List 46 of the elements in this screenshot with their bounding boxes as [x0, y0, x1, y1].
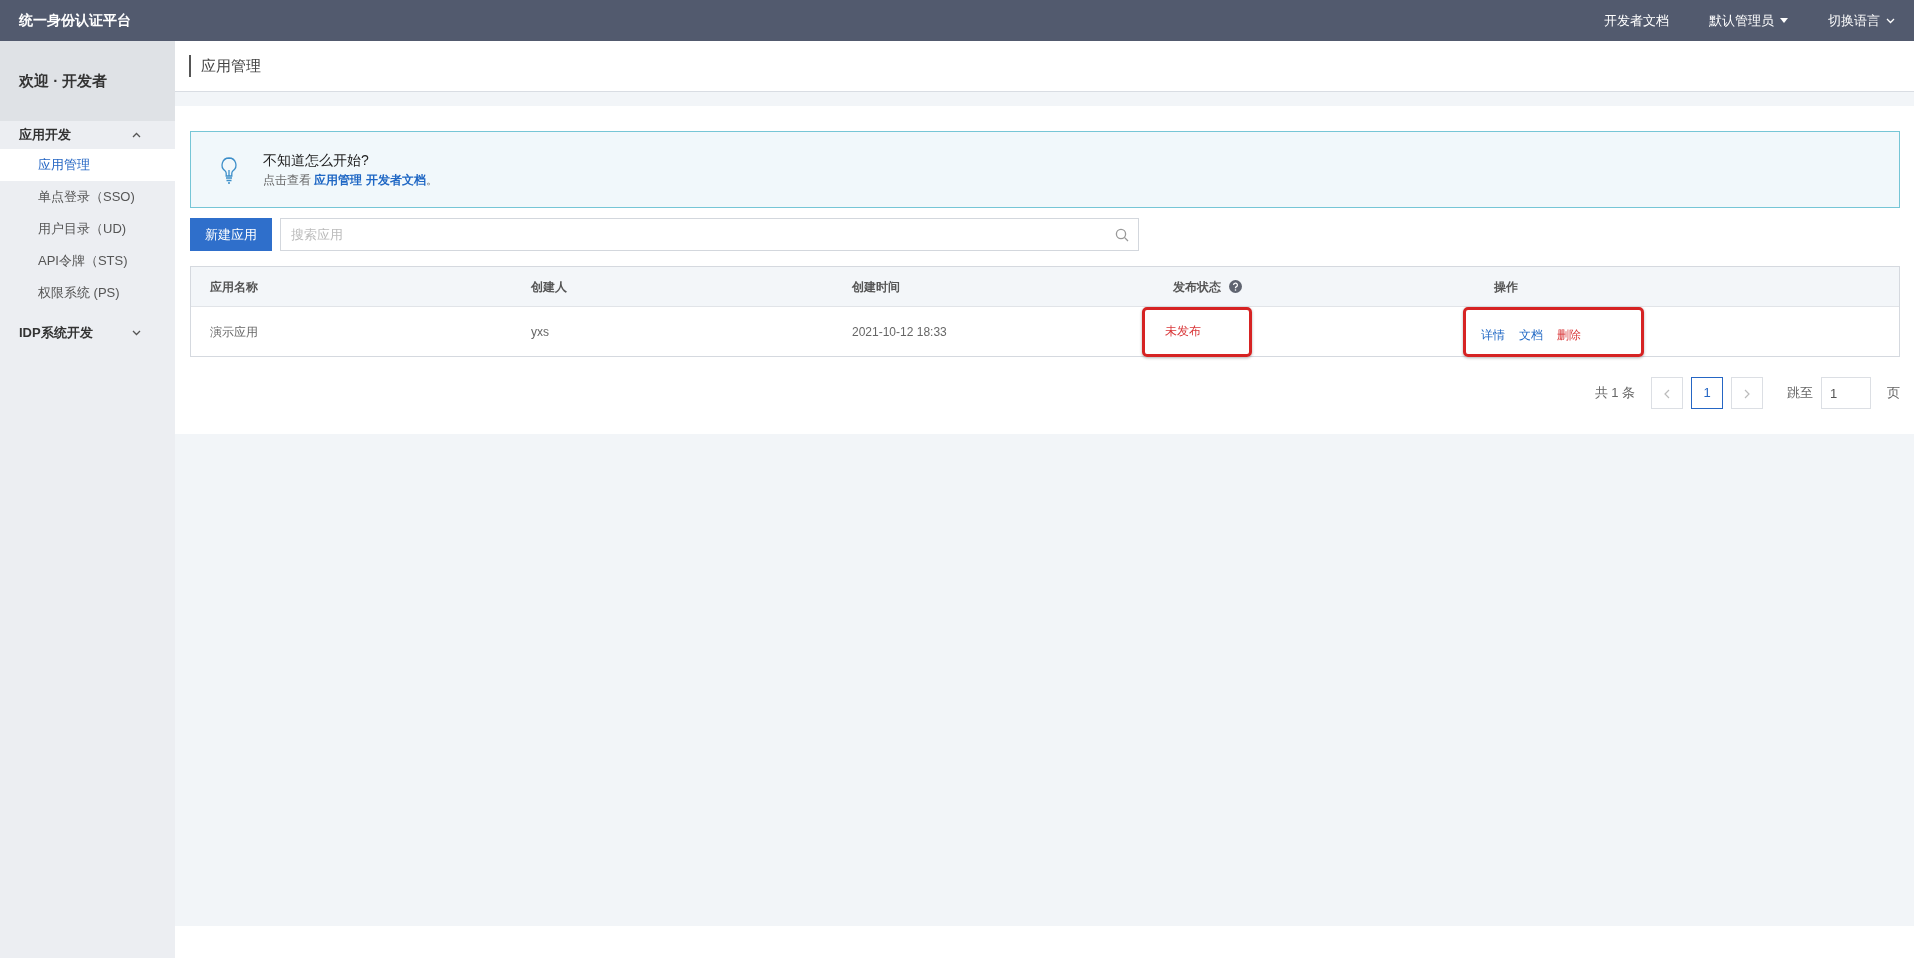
caret-icon: [1780, 18, 1788, 23]
page-input[interactable]: 1: [1821, 377, 1871, 409]
user-menu-button[interactable]: 默认管理员: [1709, 10, 1788, 31]
chevron-down-icon: [1886, 17, 1895, 24]
column-header: 创建时间: [852, 278, 900, 296]
new-app-button[interactable]: 新建应用: [190, 218, 272, 251]
total-count: 共 1 条: [1594, 384, 1635, 403]
table-cell: 2021-10-12 18:33: [852, 324, 947, 339]
action-link[interactable]: 详情: [1481, 325, 1505, 344]
chevron-left-icon: [1664, 388, 1670, 399]
table-cell: 演示应用: [210, 324, 258, 339]
tip-title: 不知道怎么开始?: [263, 151, 370, 170]
search-field[interactable]: 搜索应用: [280, 218, 1139, 251]
column-header: 创建人: [531, 278, 567, 296]
page-unit-label: 页: [1887, 384, 1900, 403]
action-link[interactable]: 文档: [1519, 325, 1543, 344]
sidebar-item[interactable]: API令牌（STS): [0, 245, 175, 277]
sidebar-item[interactable]: 用户目录（UD): [0, 213, 175, 245]
column-header: 操作: [1494, 278, 1518, 296]
app-title: 统一身份认证平台: [19, 11, 131, 30]
chevron-up-icon: [132, 132, 141, 138]
table-cell: yxs: [531, 324, 549, 339]
welcome-text: 欢迎 · 开发者: [19, 70, 108, 91]
column-header: 应用名称: [210, 278, 258, 296]
sidebar-item[interactable]: 单点登录（SSO): [0, 181, 175, 213]
prev-page-button[interactable]: [1651, 377, 1683, 409]
language-menu-button[interactable]: 切换语言: [1828, 10, 1895, 31]
delete-link[interactable]: 删除: [1557, 325, 1581, 344]
status-text: 未发布: [1165, 322, 1201, 340]
search-icon: [1115, 228, 1129, 242]
tip-text: 点击查看 应用管理 开发者文档。: [263, 172, 438, 189]
sidebar-group[interactable]: 应用开发: [0, 121, 175, 149]
jump-label: 跳至: [1787, 384, 1813, 403]
docs-link[interactable]: 应用管理 开发者文档: [314, 173, 426, 187]
next-page-button[interactable]: [1731, 377, 1763, 409]
sidebar-item[interactable]: 权限系统 (PS): [0, 277, 175, 309]
sidebar-item[interactable]: 应用管理: [0, 149, 175, 181]
page-button[interactable]: 1: [1691, 377, 1723, 409]
chevron-down-icon: [132, 330, 141, 336]
column-header: 发布状态: [1173, 278, 1221, 296]
page-title: 应用管理: [189, 55, 261, 77]
chevron-right-icon: [1744, 388, 1750, 399]
topbar-link[interactable]: 开发者文档: [1604, 10, 1669, 31]
sidebar-group[interactable]: IDP系统开发: [0, 319, 175, 347]
lightbulb-icon: [219, 155, 239, 184]
help-icon: [1229, 280, 1242, 293]
